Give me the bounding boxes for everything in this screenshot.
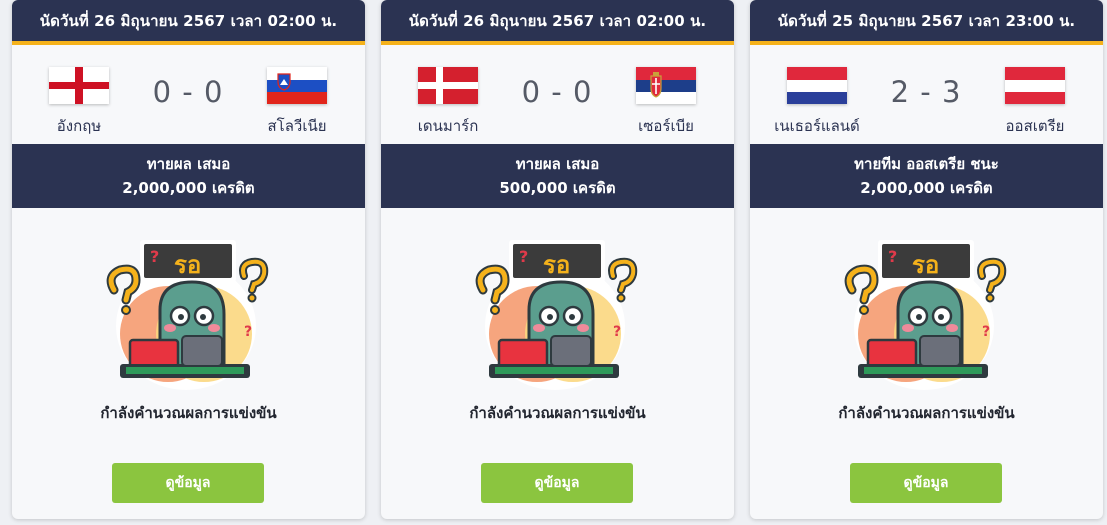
home-team: เดนมาร์ก	[398, 67, 498, 138]
waiting-mascot-illustration: ? รอ ?	[106, 240, 269, 390]
austria-flag-icon	[1005, 67, 1065, 104]
prediction-prefix: ทายผล	[146, 155, 198, 173]
view-details-button[interactable]: ดูข้อมูล	[850, 463, 1002, 503]
sign-text: รอ	[543, 251, 570, 279]
match-score: 0 - 0	[152, 75, 224, 109]
match-date-header: นัดวันที่ 25 มิถุนายน 2567 เวลา 23:00 น.	[750, 0, 1103, 45]
home-team-name: เดนมาร์ก	[417, 117, 479, 135]
away-team: สโลวีเนีย	[247, 67, 347, 138]
away-team-name: ออสเตรีย	[1005, 117, 1065, 135]
sign-text: รอ	[174, 251, 201, 279]
away-team-name: สโลวีเนีย	[267, 117, 327, 135]
match-card: นัดวันที่ 26 มิถุนายน 2567 เวลา 02:00 น.…	[12, 0, 365, 519]
away-team: เซอร์เบีย	[616, 67, 716, 138]
svg-text:?: ?	[982, 324, 990, 340]
home-team-name: เนเธอร์แลนด์	[774, 117, 860, 135]
slovenia-flag-icon	[267, 67, 327, 104]
prediction-line: ทายทีม ออสเตรีย ชนะ	[854, 152, 999, 176]
match-score: 0 - 0	[521, 75, 593, 109]
match-row: อังกฤษ 0 - 0 สโลวีเนีย	[12, 45, 365, 144]
prediction-box: ทายผล เสมอ 500,000 เครดิต	[381, 144, 734, 208]
home-team-name: อังกฤษ	[56, 117, 102, 135]
england-flag-icon	[49, 67, 109, 104]
svg-text:?: ?	[150, 247, 159, 266]
prediction-pick: เสมอ	[197, 155, 231, 173]
sign-text: รอ	[912, 251, 939, 279]
waiting-illustration-area: ? รอ ?	[12, 208, 365, 398]
prediction-credits: 2,000,000 เครดิต	[122, 179, 255, 197]
match-card: นัดวันที่ 25 มิถุนายน 2567 เวลา 23:00 น.…	[750, 0, 1103, 519]
prediction-box: ทายผล เสมอ 2,000,000 เครดิต	[12, 144, 365, 208]
match-row: เนเธอร์แลนด์ 2 - 3 ออสเตรีย	[750, 45, 1103, 144]
prediction-suffix: ชนะ	[965, 155, 999, 173]
away-team-name: เซอร์เบีย	[638, 117, 694, 135]
prediction-line: ทายผล เสมอ	[147, 152, 231, 176]
waiting-mascot-illustration: ? รอ ?	[475, 240, 638, 390]
denmark-flag-icon	[418, 67, 478, 104]
match-date-header: นัดวันที่ 26 มิถุนายน 2567 เวลา 02:00 น.	[381, 0, 734, 45]
prediction-credits: 500,000 เครดิต	[499, 179, 616, 197]
match-score: 2 - 3	[890, 75, 962, 109]
away-team: ออสเตรีย	[985, 67, 1085, 138]
calculating-status: กำลังคำนวณผลการแข่งขัน	[100, 404, 277, 422]
serbia-flag-icon	[636, 67, 696, 104]
prediction-box: ทายทีม ออสเตรีย ชนะ 2,000,000 เครดิต	[750, 144, 1103, 208]
prediction-prefix: ทายผล	[515, 155, 567, 173]
prediction-prefix: ทายทีม	[854, 155, 907, 173]
prediction-credits: 2,000,000 เครดิต	[860, 179, 993, 197]
calculating-status: กำลังคำนวณผลการแข่งขัน	[469, 404, 646, 422]
view-details-button[interactable]: ดูข้อมูล	[481, 463, 633, 503]
svg-text:?: ?	[613, 324, 621, 340]
svg-text:?: ?	[888, 247, 897, 266]
home-team: อังกฤษ	[29, 67, 129, 138]
waiting-illustration-area: ? รอ ?	[750, 208, 1103, 398]
svg-text:?: ?	[244, 324, 252, 340]
waiting-mascot-illustration: ? รอ ?	[844, 240, 1007, 390]
match-date-header: นัดวันที่ 26 มิถุนายน 2567 เวลา 02:00 น.	[12, 0, 365, 45]
prediction-pick: เสมอ	[566, 155, 600, 173]
prediction-pick: ออสเตรีย	[906, 155, 966, 173]
match-row: เดนมาร์ก 0 - 0 เซอร์เบีย	[381, 45, 734, 144]
netherlands-flag-icon	[787, 67, 847, 104]
waiting-illustration-area: ? รอ ?	[381, 208, 734, 398]
prediction-line: ทายผล เสมอ	[516, 152, 600, 176]
view-details-button[interactable]: ดูข้อมูล	[112, 463, 264, 503]
svg-text:?: ?	[519, 247, 528, 266]
calculating-status: กำลังคำนวณผลการแข่งขัน	[838, 404, 1015, 422]
home-team: เนเธอร์แลนด์	[767, 67, 867, 138]
match-card: นัดวันที่ 26 มิถุนายน 2567 เวลา 02:00 น.…	[381, 0, 734, 519]
